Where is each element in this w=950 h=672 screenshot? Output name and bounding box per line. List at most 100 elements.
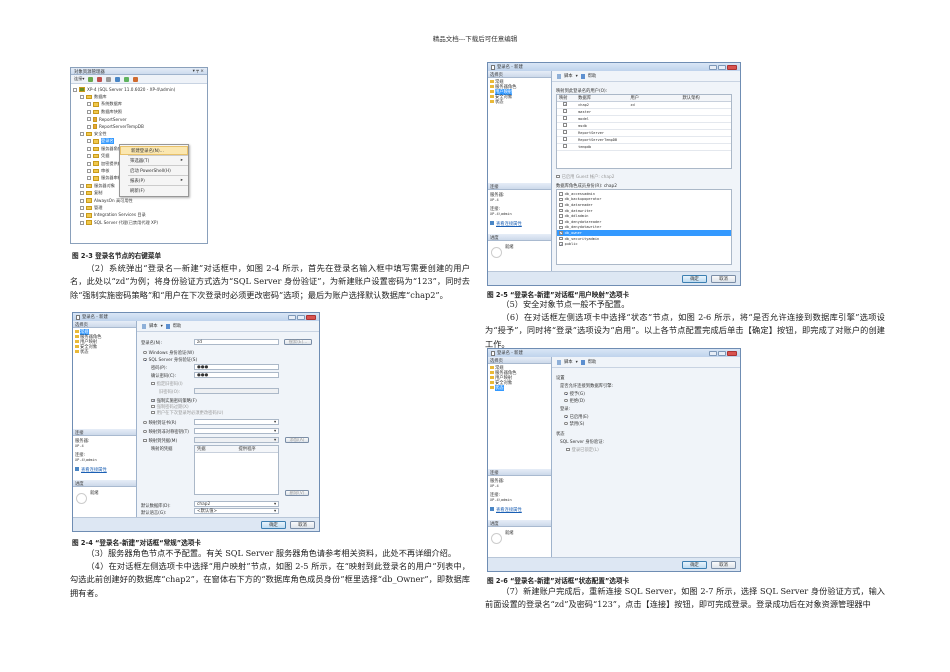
view-connection-properties[interactable]: 查看连接属性 — [75, 467, 134, 473]
script-dropdown[interactable]: ▾ — [161, 324, 163, 329]
map-checkbox[interactable] — [563, 144, 567, 148]
role-checkbox[interactable] — [559, 214, 563, 218]
filter-icon[interactable] — [115, 76, 121, 82]
expand-icon[interactable] — [80, 213, 84, 218]
expand-icon[interactable] — [80, 183, 84, 188]
table-row[interactable]: chap2 zd — [557, 102, 731, 109]
tree-node[interactable]: 数据库 — [73, 93, 205, 100]
radio-button[interactable] — [143, 350, 147, 355]
script-button[interactable]: 脚本 — [149, 323, 158, 329]
tree-node[interactable]: XP-4 (SQL Server 11.0.6020 - XP-4\admin) — [73, 86, 205, 93]
radio-button[interactable] — [143, 357, 147, 362]
close-button[interactable] — [727, 350, 737, 356]
radio-button[interactable] — [564, 391, 568, 396]
map-cell[interactable] — [557, 109, 576, 114]
expand-icon[interactable] — [87, 154, 91, 159]
script-dropdown[interactable]: ▾ — [576, 360, 578, 365]
role-checkbox[interactable] — [559, 242, 563, 246]
disabled-radio[interactable]: 禁用(S) — [564, 421, 584, 427]
expand-icon[interactable] — [87, 124, 91, 129]
help-button[interactable]: 帮助 — [173, 323, 182, 329]
tree-node[interactable]: ReportServer — [73, 116, 205, 123]
context-menu-item[interactable]: 报表(P) — [120, 176, 188, 185]
login-name-input[interactable]: zd — [194, 339, 279, 345]
chevron-down-icon[interactable]: ▾ — [274, 438, 276, 443]
expand-icon[interactable] — [87, 117, 91, 122]
ok-button[interactable]: 确定 — [682, 560, 707, 569]
view-properties-link[interactable]: 查看连接属性 — [496, 508, 522, 513]
role-membership-list[interactable]: db_accessadmin db_backupoperator db_datare… — [556, 189, 732, 265]
table-row[interactable]: ReportServerTempDB — [557, 137, 731, 144]
role-checkbox[interactable] — [559, 192, 563, 196]
map-cell[interactable] — [557, 137, 576, 142]
expand-icon[interactable] — [87, 176, 91, 181]
tree-node-label[interactable]: 凭据 — [101, 153, 109, 159]
tree-node[interactable]: ReportServerTempDB — [73, 123, 205, 130]
context-menu-item[interactable]: 启动 PowerShell(H) — [120, 166, 188, 175]
tree-node-label[interactable]: AlwaysOn 高可用性 — [94, 198, 133, 204]
map-credential-checkbox[interactable]: 映射到凭据(M) — [143, 438, 177, 444]
map-checkbox[interactable] — [563, 116, 567, 120]
search-button[interactable]: 搜索(E)... — [284, 339, 312, 345]
map-checkbox[interactable] — [563, 109, 567, 113]
map-checkbox[interactable] — [563, 137, 567, 141]
table-row[interactable]: model — [557, 116, 731, 123]
expand-icon[interactable] — [80, 205, 84, 210]
page-item-4[interactable]: 状态 — [75, 349, 134, 355]
disconnect-icon[interactable] — [97, 76, 103, 82]
checkbox[interactable] — [143, 438, 147, 443]
minimize-button[interactable] — [709, 350, 717, 356]
tree-node-label[interactable]: 安全性 — [94, 131, 107, 137]
expand-icon[interactable] — [87, 168, 91, 173]
tree-node[interactable]: 系统数据库 — [73, 101, 205, 108]
password-input[interactable]: ●●● — [194, 364, 279, 370]
grant-radio[interactable]: 授予(G) — [564, 391, 585, 397]
connect-icon[interactable] — [88, 76, 94, 82]
sql-auth-radio[interactable]: SQL Server 身份验证(S) — [143, 357, 197, 363]
map-certificate-radio[interactable]: 映射到证书(R) — [143, 420, 176, 426]
tree-node[interactable]: SQL Server 代理(已禁用代理 XP) — [73, 219, 205, 226]
checkbox[interactable] — [556, 174, 560, 179]
chevron-down-icon[interactable]: ▾ — [274, 420, 276, 425]
connect-button[interactable]: 连接▾ — [74, 76, 84, 82]
tree-node[interactable]: 管理 — [73, 204, 205, 211]
table-row[interactable]: msdb — [557, 123, 731, 130]
user-mapping-table[interactable]: 映射 数据库 用户 默认架构 chap2 zd master model msdb ReportS… — [556, 94, 732, 169]
map-cell[interactable] — [557, 123, 576, 128]
specify-old-password-checkbox[interactable]: 指定旧密码(I) — [151, 381, 183, 387]
tree-node-label[interactable]: 数据库快照 — [101, 109, 122, 115]
page-item-4[interactable]: 状态 — [490, 99, 549, 105]
expand-icon[interactable] — [87, 161, 91, 166]
minimize-button[interactable] — [709, 64, 717, 70]
view-properties-link[interactable]: 查看连接属性 — [496, 222, 522, 227]
default-language-select[interactable]: <默认值> — [194, 508, 279, 514]
tree-node[interactable]: 安全性 — [73, 130, 205, 137]
map-cell[interactable] — [557, 116, 576, 121]
ok-button[interactable]: 确定 — [682, 274, 707, 283]
tree-node-label[interactable]: Integration Services 目录 — [94, 212, 146, 218]
radio-button[interactable] — [143, 420, 147, 425]
context-menu-item[interactable]: 新建登录名(N)... — [120, 146, 188, 155]
role-checkbox[interactable] — [559, 230, 563, 235]
old-password-input[interactable] — [194, 388, 279, 394]
cancel-button[interactable]: 取消 — [711, 274, 736, 283]
login-locked-checkbox[interactable]: 登录已锁定(L) — [566, 447, 599, 453]
view-connection-properties[interactable]: 查看连接属性 — [490, 507, 549, 513]
tree-node-label[interactable]: 复制 — [94, 190, 102, 196]
maximize-button[interactable] — [718, 350, 726, 356]
expand-icon[interactable] — [73, 87, 77, 92]
default-database-select[interactable]: chap2 — [194, 501, 279, 507]
add-button[interactable]: 添加(A) — [285, 437, 309, 443]
close-button[interactable] — [306, 314, 316, 320]
guest-account-checkbox[interactable]: 已启用 Guest 帐户: chap2 — [556, 174, 614, 180]
table-row[interactable]: tempdb — [557, 144, 731, 151]
confirm-password-input[interactable]: ●●● — [194, 372, 279, 378]
view-properties-link[interactable]: 查看连接属性 — [81, 468, 107, 473]
map-checkbox[interactable] — [563, 130, 567, 134]
tree-node-label[interactable]: 审核 — [101, 168, 109, 174]
tree-node-label[interactable]: 服务器对象 — [94, 183, 115, 189]
radio-button[interactable] — [564, 398, 568, 403]
role-checkbox[interactable] — [559, 197, 563, 202]
windows-auth-radio[interactable]: Windows 身份验证(W) — [143, 350, 194, 356]
context-menu-item[interactable]: 刷新(F) — [120, 186, 188, 195]
